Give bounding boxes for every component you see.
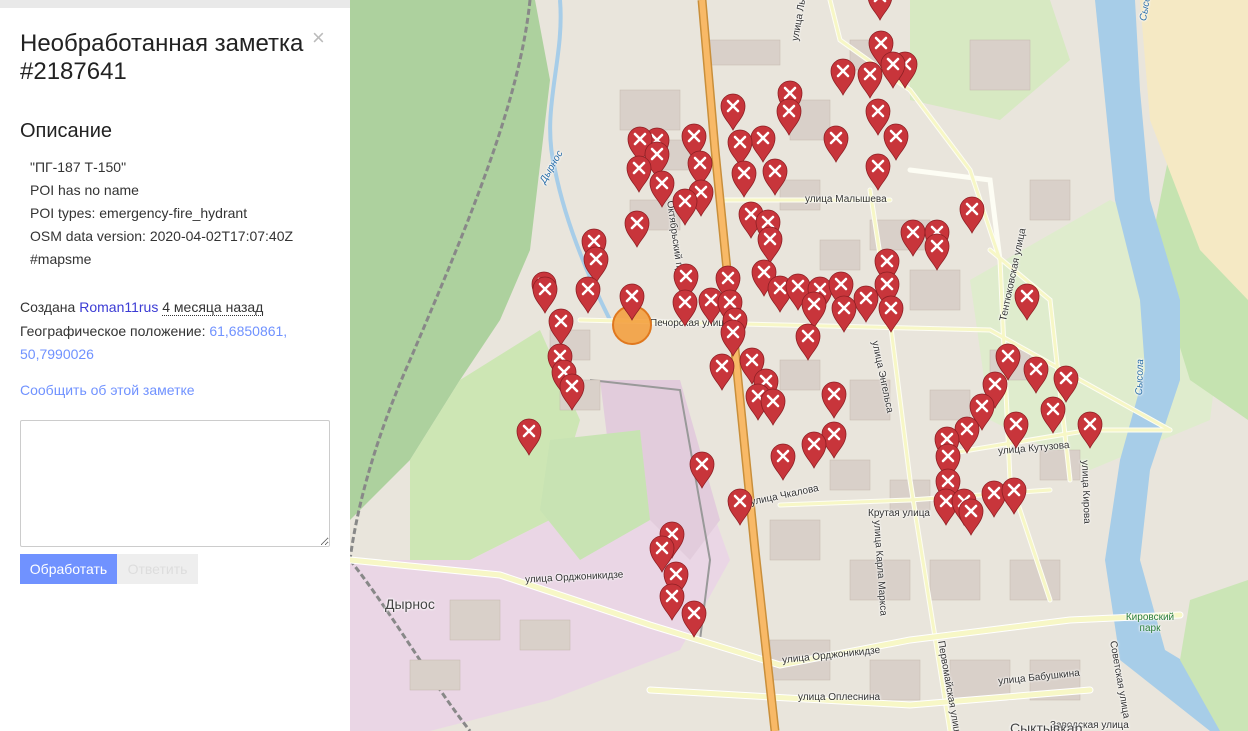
closed-note-marker[interactable] — [801, 291, 827, 329]
closed-note-marker[interactable] — [795, 323, 821, 361]
closed-note-marker[interactable] — [900, 219, 926, 257]
closed-note-marker[interactable] — [865, 153, 891, 191]
closed-note-marker[interactable] — [731, 160, 757, 198]
closed-note-marker[interactable] — [924, 233, 950, 271]
note-markers-layer — [516, 0, 1103, 638]
closed-note-marker[interactable] — [548, 308, 574, 346]
closed-note-marker[interactable] — [624, 210, 650, 248]
closed-note-marker[interactable] — [1001, 477, 1027, 515]
map-view[interactable]: Печорская улица Октябрьский проспект ули… — [350, 0, 1248, 731]
note-title: Необработанная заметка #2187641 — [20, 30, 304, 85]
reply-button[interactable]: Ответить — [117, 554, 198, 584]
closed-note-marker[interactable] — [720, 319, 746, 357]
closed-note-marker[interactable] — [757, 226, 783, 264]
closed-note-marker[interactable] — [830, 58, 856, 96]
closed-note-marker[interactable] — [720, 93, 746, 131]
closed-note-marker[interactable] — [1014, 283, 1040, 321]
close-icon[interactable]: × — [312, 27, 325, 49]
closed-note-marker[interactable] — [959, 196, 985, 234]
closed-note-marker[interactable] — [672, 289, 698, 327]
closed-note-marker[interactable] — [1023, 356, 1049, 394]
closed-note-marker[interactable] — [727, 129, 753, 167]
closed-note-marker[interactable] — [1003, 411, 1029, 449]
author-link[interactable]: Roman11rus — [79, 299, 158, 315]
closed-note-marker[interactable] — [750, 125, 776, 163]
description-line: #mapsme — [30, 251, 92, 267]
closed-note-marker[interactable] — [559, 373, 585, 411]
location-info: Географическое положение: 61,6850861, 50… — [20, 320, 330, 366]
closed-note-marker[interactable] — [1040, 396, 1066, 434]
note-description: "ПГ-187 Т-150" POI has no name POI types… — [30, 156, 293, 271]
closed-note-marker[interactable] — [762, 158, 788, 196]
closed-note-marker[interactable] — [659, 583, 685, 621]
closed-note-marker[interactable] — [709, 353, 735, 391]
closed-note-marker[interactable] — [532, 276, 558, 314]
closed-note-marker[interactable] — [727, 488, 753, 526]
closed-note-marker[interactable] — [1053, 365, 1079, 403]
created-time: 4 месяца назад — [162, 299, 264, 316]
closed-note-marker[interactable] — [760, 388, 786, 426]
closed-note-marker[interactable] — [958, 498, 984, 536]
closed-note-marker[interactable] — [776, 98, 802, 136]
comment-textarea[interactable] — [20, 420, 330, 547]
location-prefix: Географическое положение: — [20, 323, 206, 339]
closed-note-marker[interactable] — [821, 381, 847, 419]
closed-note-marker[interactable] — [516, 418, 542, 456]
closed-note-marker[interactable] — [878, 295, 904, 333]
closed-note-marker[interactable] — [575, 276, 601, 314]
created-prefix: Создана — [20, 299, 76, 315]
note-sidebar: × Необработанная заметка #2187641 Описан… — [0, 0, 350, 731]
description-line: "ПГ-187 Т-150" — [30, 159, 127, 175]
closed-note-marker[interactable] — [672, 188, 698, 226]
closed-note-marker[interactable] — [689, 451, 715, 489]
resolve-button[interactable]: Обработать — [20, 554, 117, 584]
closed-note-marker[interactable] — [883, 123, 909, 161]
closed-note-marker[interactable] — [857, 61, 883, 99]
report-note-link[interactable]: Сообщить об этой заметке — [20, 382, 195, 398]
closed-note-marker[interactable] — [681, 600, 707, 638]
closed-note-marker[interactable] — [801, 431, 827, 469]
description-line: POI types: emergency-fire_hydrant — [30, 205, 248, 221]
closed-note-marker[interactable] — [770, 443, 796, 481]
description-line: POI has no name — [30, 182, 139, 198]
closed-note-marker[interactable] — [1077, 411, 1103, 449]
description-line: OSM data version: 2020-04-02T17:07:40Z — [30, 228, 294, 244]
closed-note-marker[interactable] — [626, 155, 652, 193]
closed-note-marker[interactable] — [868, 0, 892, 21]
closed-note-marker[interactable] — [649, 170, 675, 208]
closed-note-marker[interactable] — [831, 295, 857, 333]
closed-note-marker[interactable] — [823, 125, 849, 163]
closed-note-marker[interactable] — [853, 285, 879, 323]
description-heading: Описание — [20, 120, 113, 142]
created-info: Создана Roman11rus 4 месяца назад — [20, 296, 264, 319]
